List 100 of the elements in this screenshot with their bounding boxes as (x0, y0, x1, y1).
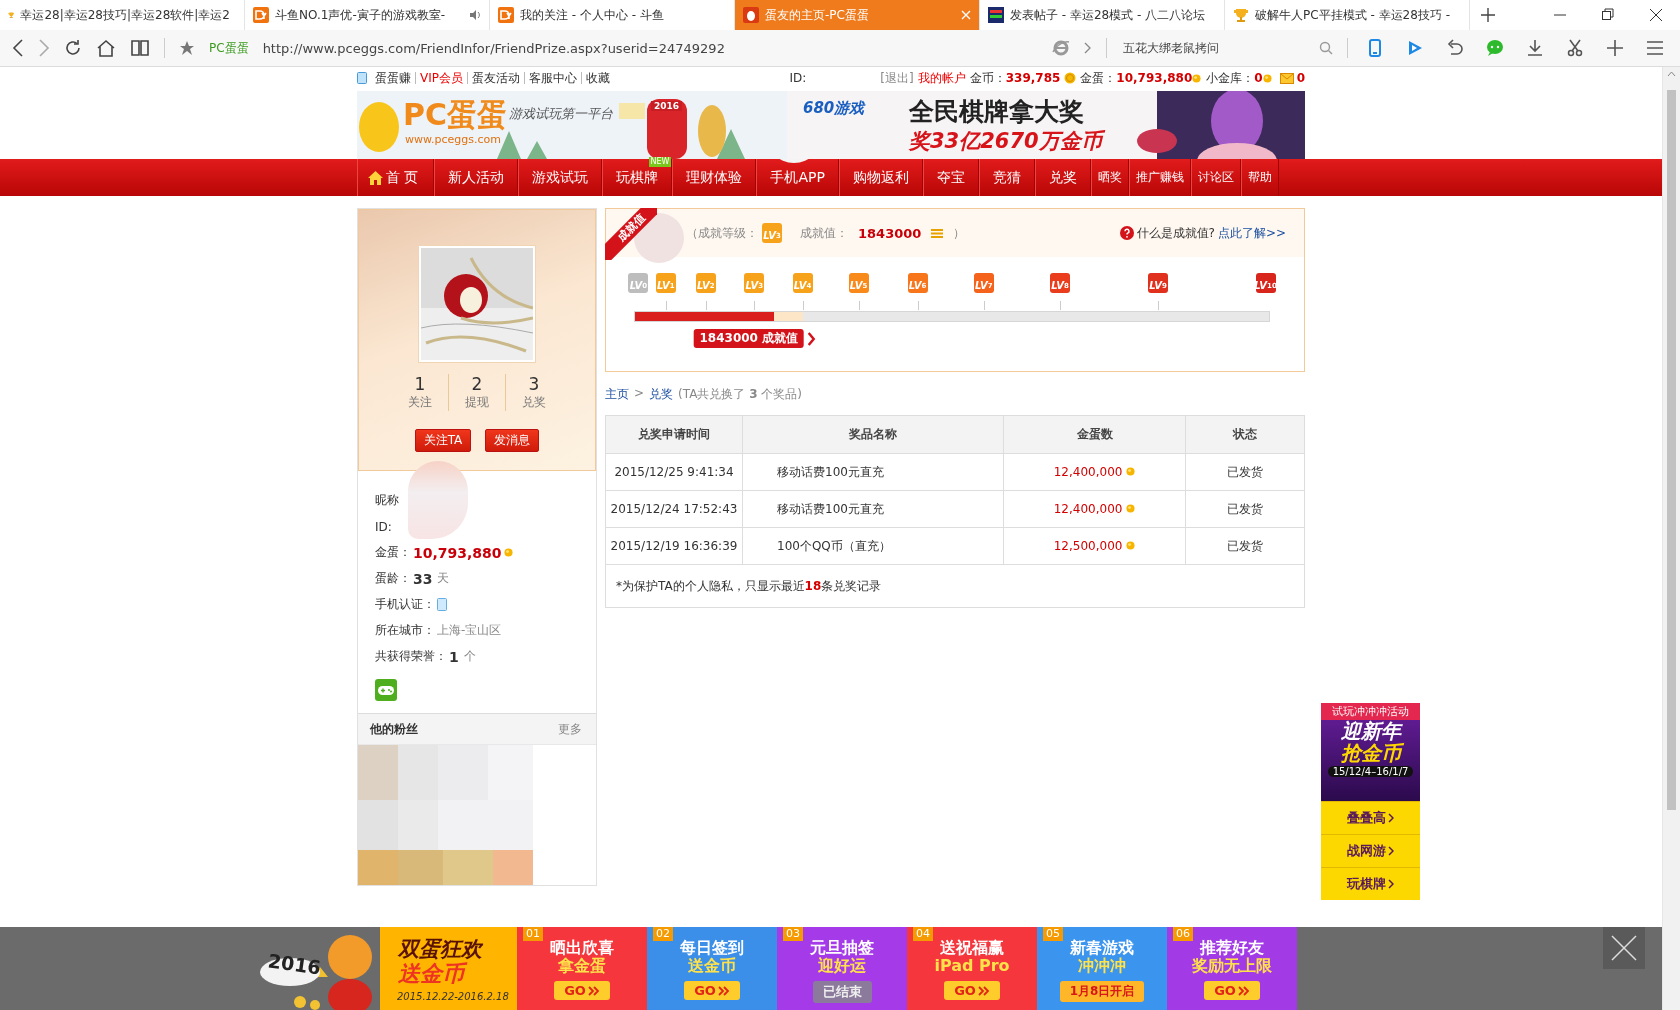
promo-tile[interactable]: 06 推荐好友 奖励无上限 GO (1167, 927, 1297, 1010)
gamepad-icon[interactable] (375, 679, 397, 701)
nav-item[interactable]: 玩棋牌 (616, 168, 659, 187)
new-tab-icon[interactable] (1481, 8, 1495, 22)
search-field[interactable]: 五花大绑老鼠拷问 (1121, 40, 1305, 56)
chat-icon[interactable] (1485, 38, 1505, 58)
breadcrumb-link[interactable]: 兑奖 (649, 386, 674, 403)
reload-icon[interactable] (64, 39, 82, 57)
double-chevron-icon (1237, 985, 1250, 996)
eggs-label: 金蛋： (1080, 69, 1117, 87)
star-icon[interactable] (179, 40, 195, 56)
table-cell: 已发货 (1185, 527, 1305, 565)
home-icon[interactable] (96, 39, 116, 57)
tile-button[interactable]: 1月8日开启 (1059, 981, 1145, 1002)
search-icon[interactable] (1319, 41, 1333, 55)
stat-label[interactable]: 提现 (465, 394, 489, 411)
profile-button[interactable]: 发消息 (485, 429, 540, 452)
plus-icon[interactable] (1605, 38, 1625, 58)
learn-more-link[interactable]: 点此了解>> (1217, 224, 1286, 242)
stat-label[interactable]: 兑奖 (522, 394, 546, 411)
address-field[interactable]: http://www.pceggs.com/FriendInfor/FriendPrize.aspx?userid=24749292 (262, 40, 725, 56)
double-chevron-icon (587, 985, 600, 996)
top-link[interactable]: 客服中心 (524, 72, 581, 84)
nav-item[interactable]: 新人活动 (448, 168, 505, 187)
nav-item[interactable]: 晒奖 (1097, 169, 1122, 186)
tile-button[interactable]: GO (684, 981, 740, 1000)
top-link[interactable]: 蛋蛋赚 (371, 72, 415, 84)
nav-item[interactable]: 首 页 (368, 168, 419, 187)
back-icon[interactable] (12, 39, 24, 57)
chevron-icon (1388, 846, 1394, 856)
undo-icon[interactable] (1445, 38, 1465, 58)
nav-item[interactable]: 帮助 (1247, 169, 1272, 186)
menu-icon[interactable] (1645, 38, 1665, 58)
tile-button[interactable]: GO (554, 981, 610, 1000)
chevron-icon (1388, 879, 1394, 889)
home-icon (368, 170, 383, 185)
promo-tile[interactable]: 01 晒出欣喜 拿金蛋 GO (517, 927, 647, 1010)
promo-dates: 15/12/4–16/1/7 (1327, 766, 1414, 777)
my-account-link[interactable]: 我的帐户 (917, 69, 966, 87)
download-icon[interactable] (1525, 38, 1545, 58)
stat-label[interactable]: 关注 (408, 394, 432, 411)
id-label: ID: (789, 71, 807, 85)
nav-item[interactable]: 推广赚钱 (1135, 169, 1184, 186)
stat-value[interactable]: 2 (471, 374, 483, 394)
promo-panel[interactable]: 试玩冲冲冲活动 迎新年 抢金币 15/12/4–16/1/7 (1321, 703, 1420, 801)
ad-brand[interactable]: 680游戏 (803, 99, 865, 118)
close-icon (1611, 935, 1637, 961)
nav-item[interactable]: 理财体验 (686, 168, 743, 187)
promo-tile[interactable]: 05 新春游戏 冲冲冲 1月8日开启 (1037, 927, 1167, 1010)
stat-value[interactable]: 1 (414, 374, 426, 394)
top-link[interactable]: VIP会员 (415, 72, 467, 84)
scroll-up-icon[interactable] (1667, 70, 1676, 78)
column-header: 状态 (1185, 415, 1305, 454)
promo-link[interactable]: 叠叠高 (1321, 801, 1420, 834)
tile-button[interactable]: GO (1204, 981, 1260, 1000)
top-link[interactable]: 收藏 (581, 72, 614, 84)
nav-item[interactable]: 讨论区 (1197, 169, 1234, 186)
forward-icon[interactable] (38, 39, 50, 57)
achievement-callout: 1843000 成就值 (693, 329, 805, 348)
book-icon[interactable] (130, 39, 150, 57)
nav-item[interactable]: 夺宝 (936, 168, 965, 187)
nav-item[interactable]: 兑奖 (1048, 168, 1077, 187)
promo-tile[interactable]: 02 每日签到 送金币 GO (647, 927, 777, 1010)
nav-item[interactable]: 竞猜 (992, 168, 1021, 187)
next-level-segment (774, 312, 803, 321)
field-value: 33 (413, 570, 433, 587)
stat-value[interactable]: 3 (528, 374, 540, 394)
tile-title: 晒出欣喜 (550, 939, 614, 957)
message-count[interactable]: 0 (1296, 71, 1305, 85)
tile-title: 元旦抽签 (810, 939, 874, 957)
profile-button[interactable]: 关注TA (414, 429, 472, 452)
more-link[interactable]: 更多 (558, 720, 582, 738)
mail-icon[interactable] (1279, 72, 1294, 84)
tile-number: 01 (523, 927, 543, 941)
table-cell: 已发货 (1185, 490, 1305, 528)
promo-link[interactable]: 玩棋牌 (1321, 867, 1420, 900)
close-button[interactable] (1603, 927, 1645, 969)
year-label: 2016 (651, 101, 683, 111)
top-link[interactable]: 蛋友活动 (467, 72, 524, 84)
ad-title[interactable]: 全民棋牌拿大奖 (909, 95, 1084, 128)
nav-item[interactable]: 游戏试玩 (532, 168, 589, 187)
bracket-label: ） (953, 224, 966, 242)
vault-label: 小金库： (1206, 69, 1255, 87)
nav-item[interactable]: 购物返利 (852, 168, 909, 187)
promo-link[interactable]: 战网游 (1321, 834, 1420, 867)
chevron-icon[interactable] (1084, 42, 1092, 54)
tile-button[interactable]: GO (944, 981, 1000, 1000)
promo-tile[interactable]: 04 送祝福赢 iPad Pro GO (907, 927, 1037, 1010)
logout-link[interactable]: [退出] (880, 69, 914, 87)
tile-button[interactable]: 已结束 (812, 981, 872, 1003)
browser-engine-icon[interactable] (1052, 39, 1070, 57)
breadcrumb-link[interactable]: 主页 (605, 386, 629, 403)
promo-tile[interactable]: 03 元旦抽签 迎好运 已结束 (777, 927, 907, 1010)
field-value: 上海-宝山区 (437, 622, 502, 639)
help-icon[interactable] (1119, 226, 1134, 240)
nav-item[interactable]: 手机APP (770, 168, 825, 187)
field-label: ID: (375, 519, 392, 534)
scissors-icon[interactable] (1565, 38, 1585, 58)
field-label: 所在城市： (375, 622, 435, 639)
scrollbar-thumb[interactable] (1667, 90, 1676, 810)
